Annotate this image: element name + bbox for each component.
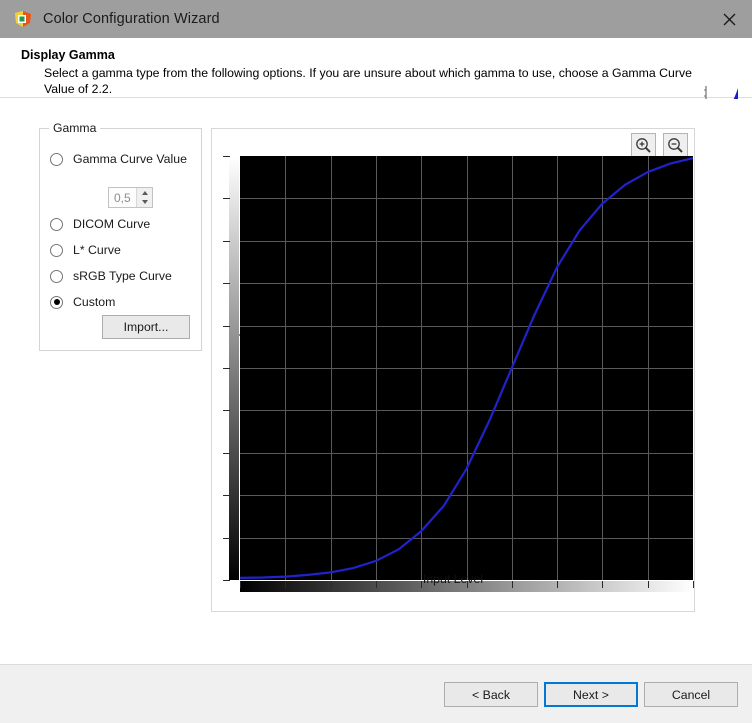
y-axis-tick (223, 241, 230, 242)
title-bar: Color Configuration Wizard (0, 0, 752, 38)
zoom-out-button[interactable] (663, 133, 688, 158)
radio-label: Custom (73, 295, 116, 309)
gamma-group: Gamma Gamma Curve Value 0,5 DICOM Curve … (39, 121, 202, 351)
cancel-button[interactable]: Cancel (644, 682, 738, 707)
spinner-buttons (136, 188, 152, 207)
y-axis-tick (223, 453, 230, 454)
gamma-curve-plot (240, 156, 693, 580)
zoom-out-icon (668, 138, 683, 153)
y-axis-tick (223, 538, 230, 539)
page-title: Display Gamma (21, 48, 115, 62)
y-axis-tick (223, 283, 230, 284)
radio-gamma-curve-value[interactable]: Gamma Curve Value (50, 149, 201, 169)
radio-label: L* Curve (73, 243, 121, 257)
radio-srgb-type-curve[interactable]: sRGB Type Curve (50, 266, 201, 286)
x-axis-label: Input Level (422, 572, 484, 586)
spinner-decrement-button[interactable] (137, 198, 152, 208)
radio-indicator (50, 217, 63, 231)
zoom-in-icon (636, 138, 651, 153)
next-button[interactable]: Next > (544, 682, 638, 707)
radio-indicator (50, 243, 63, 257)
chevron-up-icon (141, 190, 148, 195)
radio-label: DICOM Curve (73, 217, 151, 231)
plot-area[interactable] (240, 156, 693, 580)
radio-label: sRGB Type Curve (73, 269, 172, 283)
import-button[interactable]: Import... (102, 315, 190, 339)
gamma-group-legend: Gamma (49, 121, 101, 135)
close-button[interactable] (706, 0, 752, 38)
gamma-value-spinner[interactable]: 0,5 (108, 187, 153, 208)
back-button[interactable]: < Back (444, 682, 538, 707)
close-icon (723, 13, 735, 25)
plot-zoom-controls (631, 133, 688, 158)
color-wizard-icon (13, 9, 33, 29)
gamma-value-input[interactable]: 0,5 (109, 188, 136, 207)
radio-custom[interactable]: Custom (50, 292, 201, 312)
spinner-increment-button[interactable] (137, 188, 152, 198)
zoom-in-button[interactable] (631, 133, 656, 158)
y-axis-tick (223, 368, 230, 369)
page-description: Select a gamma type from the following o… (44, 66, 692, 96)
chevron-down-icon (141, 200, 148, 205)
radio-indicator (50, 152, 63, 166)
y-axis-tick (223, 326, 230, 327)
radio-dicom-curve[interactable]: DICOM Curve (50, 214, 201, 234)
y-axis-tick (223, 495, 230, 496)
y-axis-gradient-bar (229, 156, 239, 580)
radio-indicator (50, 269, 63, 283)
wizard-header: Display Gamma Select a gamma type from t… (0, 38, 752, 124)
y-axis-tick (223, 410, 230, 411)
wizard-footer: < Back Next > Cancel (0, 664, 752, 723)
window-title: Color Configuration Wizard (43, 11, 220, 27)
gamma-plot-panel: Output Luminance Input Level (211, 128, 695, 612)
y-axis-tick (223, 198, 230, 199)
radio-label: Gamma Curve Value (73, 152, 187, 166)
wizard-body: Gamma Gamma Curve Value 0,5 DICOM Curve … (0, 99, 752, 664)
y-axis-tick (223, 156, 230, 157)
radio-indicator-selected (50, 295, 63, 309)
radio-l-star-curve[interactable]: L* Curve (50, 240, 201, 260)
